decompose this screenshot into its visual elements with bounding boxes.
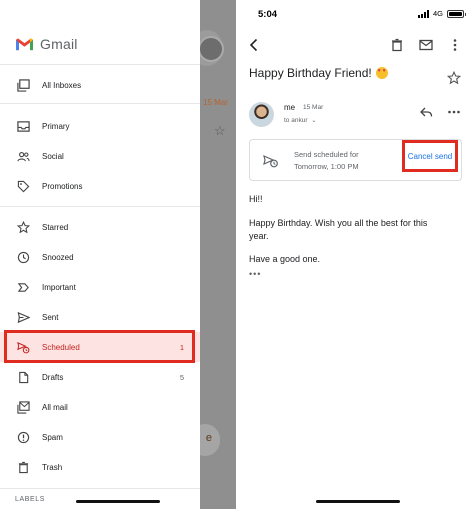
clock-icon: [16, 250, 30, 264]
sidebar-item-label: Spam: [42, 432, 63, 442]
app-title: Gmail: [40, 36, 78, 52]
reply-button[interactable]: [418, 104, 434, 120]
status-indicators: 4G: [417, 9, 466, 18]
sidebar-item-label: All mail: [42, 402, 68, 412]
more-options-button[interactable]: [447, 37, 463, 53]
cancel-send-button[interactable]: Cancel send: [402, 140, 458, 172]
gmail-logo-icon: [16, 38, 33, 51]
important-icon: [16, 280, 30, 294]
sidebar-item-drafts[interactable]: Drafts 5: [0, 362, 200, 392]
people-icon: [16, 149, 30, 163]
sent-date: 15 Mar: [303, 104, 324, 111]
spam-icon: [16, 430, 30, 444]
sidebar-item-primary[interactable]: Primary: [0, 111, 200, 141]
drafts-count-badge: 5: [179, 372, 184, 382]
left-screen: 15 Mar ☆ e Gmail All Inboxes Primary Soc…: [0, 0, 236, 509]
sidebar-item-promotions[interactable]: Promotions: [0, 171, 200, 201]
more-horizontal-icon: [448, 110, 460, 114]
email-subject: Happy Birthday Friend!: [249, 66, 388, 80]
sidebar-item-label: Starred: [42, 222, 69, 232]
battery-icon: [447, 9, 466, 18]
star-icon: [16, 220, 30, 234]
sidebar-item-label: Primary: [42, 121, 70, 131]
background-list-date: 15 Mar: [203, 98, 228, 107]
recipient-details-toggle[interactable]: to ankur ⌄: [284, 117, 316, 124]
body-line: Have a good one.: [249, 254, 321, 264]
sidebar-item-label: Drafts: [42, 372, 64, 382]
sidebar-item-label: Social: [42, 151, 64, 161]
annotation-highlight-scheduled: [4, 330, 195, 363]
sidebar-item-label: Snoozed: [42, 252, 74, 262]
show-trimmed-content-button[interactable]: •••: [249, 269, 261, 279]
message-more-button[interactable]: [446, 104, 462, 120]
background-avatar: [198, 36, 224, 62]
recipients-text: to ankur: [284, 117, 308, 124]
drawer-scrim[interactable]: 15 Mar ☆ e: [190, 0, 236, 509]
back-button[interactable]: [246, 37, 262, 53]
mail-icon: [419, 39, 433, 51]
network-type: 4G: [432, 9, 443, 18]
divider: [0, 103, 200, 104]
heart-eyes-emoji-icon: [375, 67, 388, 79]
labels-section-heading: LABELS: [15, 496, 46, 503]
more-vertical-icon: [453, 39, 457, 51]
scheduled-info: Send scheduled for Tomorrow, 1:00 PM: [294, 149, 359, 173]
sidebar-item-spam[interactable]: Spam: [0, 422, 200, 452]
sender-avatar[interactable]: [249, 102, 274, 127]
delete-button[interactable]: [389, 37, 405, 53]
reply-icon: [420, 107, 433, 117]
sender-name: me: [284, 103, 296, 112]
sidebar-item-label: Trash: [42, 462, 63, 472]
signal-icon: [417, 9, 429, 18]
scheduled-line-2: Tomorrow, 1:00 PM: [294, 162, 359, 171]
right-screen: 5:04 4G Happy Birthday Friend! me 15 Mar…: [236, 0, 474, 509]
all-mail-icon: [16, 400, 30, 414]
status-time: 5:04: [258, 9, 278, 20]
trash-icon: [392, 38, 402, 52]
scheduled-line-1: Send scheduled for: [294, 150, 359, 159]
chevron-left-icon: [249, 38, 258, 52]
sidebar-item-trash[interactable]: Trash: [0, 452, 200, 482]
divider: [0, 206, 200, 207]
tag-icon: [16, 179, 30, 193]
chevron-down-icon: ⌄: [311, 118, 317, 124]
drawer-header: Gmail: [15, 36, 78, 52]
sidebar-item-sent[interactable]: Sent: [0, 302, 200, 332]
mark-unread-button[interactable]: [418, 37, 434, 53]
divider: [0, 488, 200, 489]
home-indicator[interactable]: [76, 500, 160, 503]
sidebar-item-all-inboxes[interactable]: All Inboxes: [0, 70, 200, 100]
draft-icon: [16, 370, 30, 384]
sidebar-item-label: Promotions: [42, 181, 83, 191]
home-indicator[interactable]: [316, 500, 400, 503]
navigation-drawer: Gmail All Inboxes Primary Social Promoti…: [0, 0, 200, 509]
scheduled-send-icon: [263, 154, 279, 173]
sidebar-item-label: Sent: [42, 312, 59, 322]
body-line: year.: [249, 231, 269, 241]
sidebar-item-label: All Inboxes: [42, 80, 82, 90]
star-email-button[interactable]: [446, 70, 462, 86]
sidebar-item-snoozed[interactable]: Snoozed: [0, 242, 200, 272]
sidebar-item-all-mail[interactable]: All mail: [0, 392, 200, 422]
body-line: Hi!!: [249, 194, 263, 204]
sidebar-item-starred[interactable]: Starred: [0, 212, 200, 242]
inbox-icon: [16, 119, 30, 133]
sidebar-item-important[interactable]: Important: [0, 272, 200, 302]
body-line: Happy Birthday. Wish you all the best fo…: [249, 218, 428, 228]
sidebar-item-social[interactable]: Social: [0, 141, 200, 171]
trash-icon: [16, 460, 30, 474]
star-icon: [447, 71, 461, 85]
divider: [0, 64, 200, 65]
all-inboxes-icon: [16, 78, 30, 92]
send-icon: [16, 310, 30, 324]
subject-text: Happy Birthday Friend!: [249, 66, 372, 80]
background-star-icon: ☆: [214, 123, 226, 138]
sidebar-item-label: Important: [42, 282, 76, 292]
